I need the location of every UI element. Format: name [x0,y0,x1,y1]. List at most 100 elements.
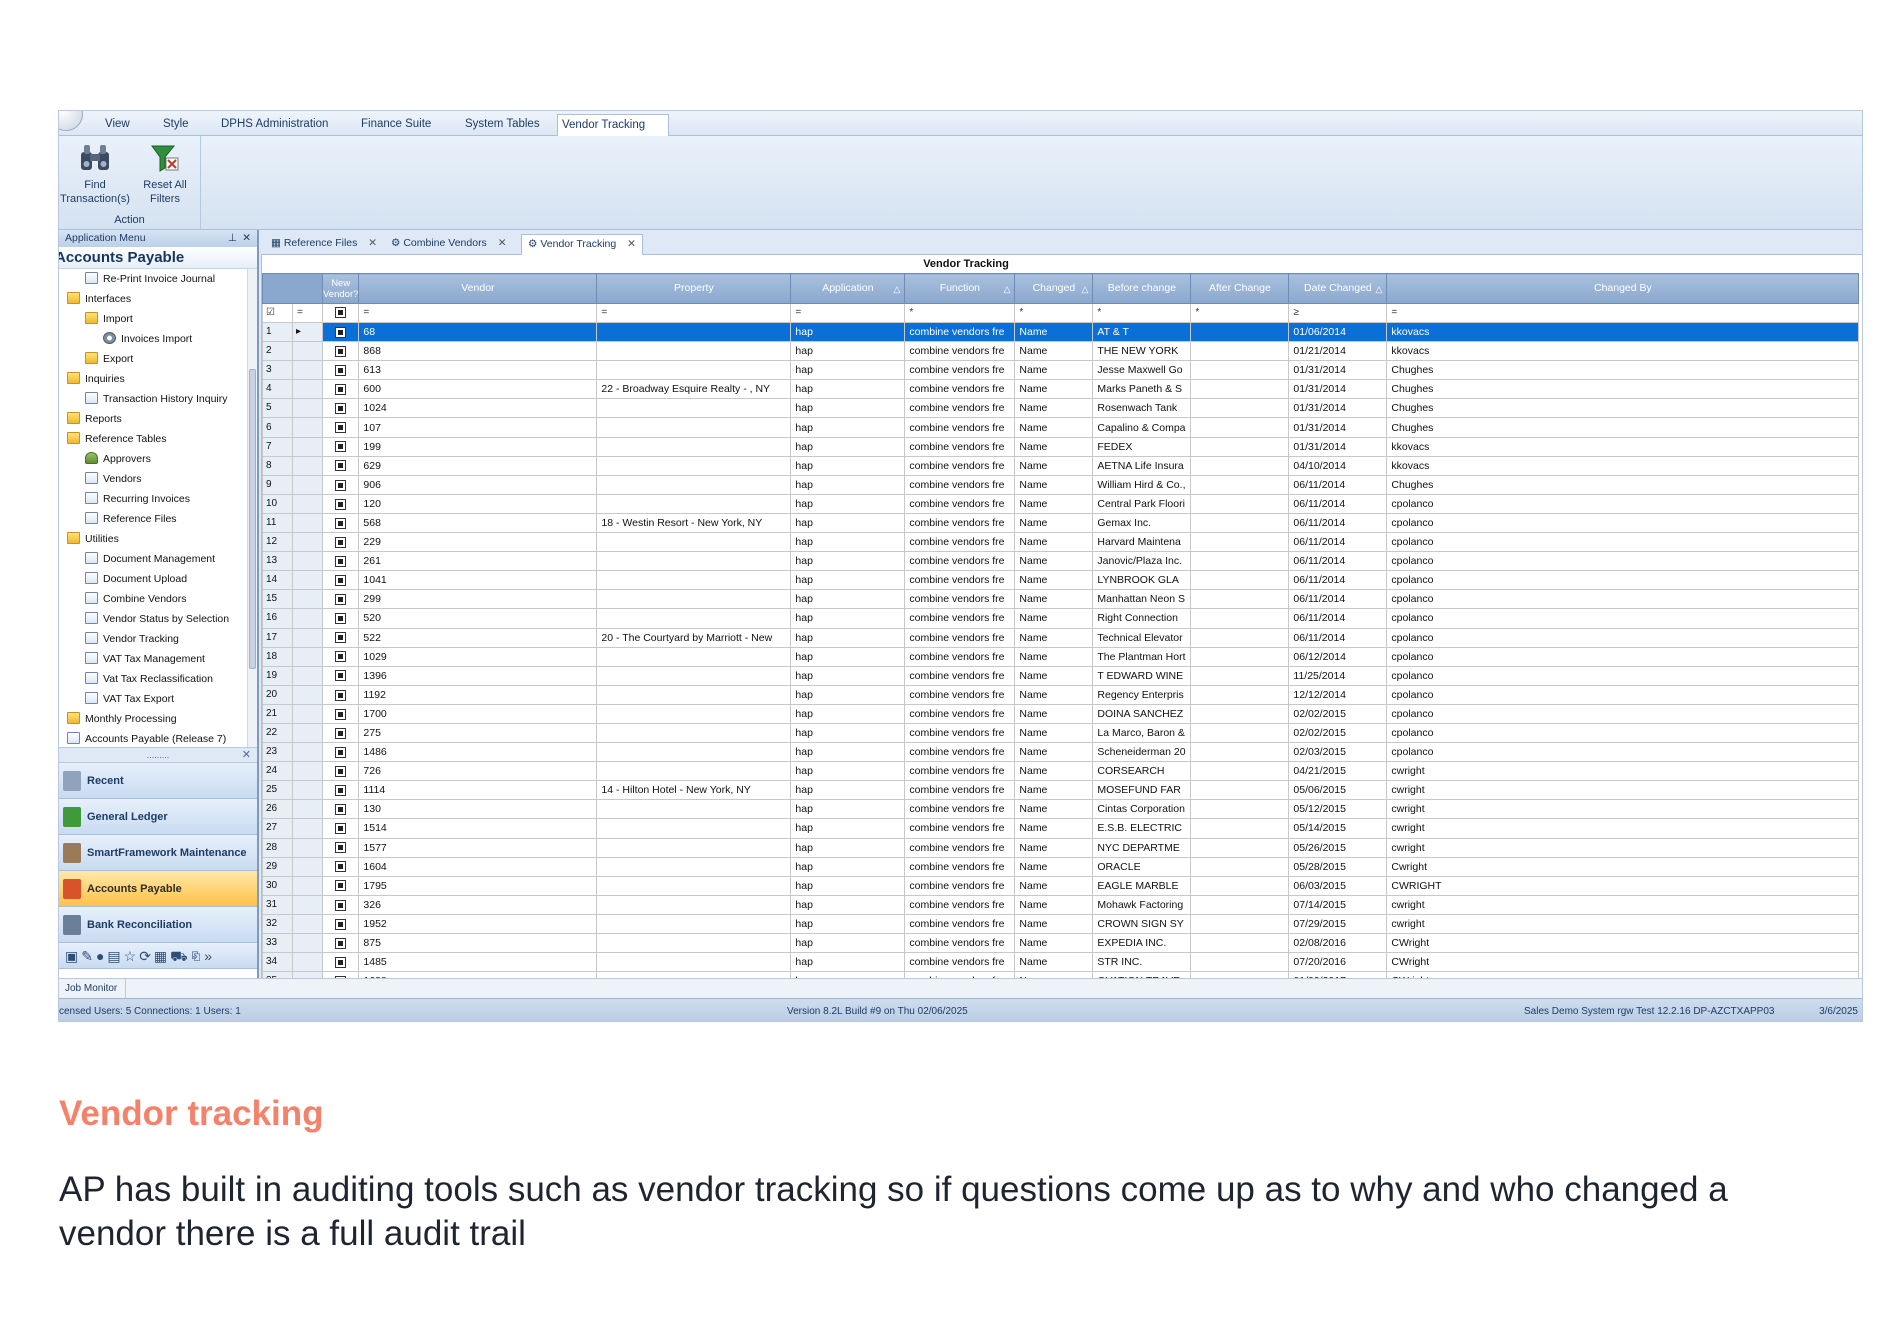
changed-by-cell[interactable]: Cwright [1386,856,1860,877]
row-selector[interactable] [292,875,323,896]
property-cell[interactable] [596,589,792,610]
before-change-cell[interactable]: CROWN SIGN SY [1092,913,1192,935]
table-row[interactable]: 29 1604 hap combine vendors fre Name ORACLE 05… [262,856,1860,877]
date-changed-cell[interactable]: 02/02/2015 [1288,703,1388,724]
function-cell[interactable]: combine vendors fre [904,398,1016,419]
application-cell[interactable]: hap [790,684,906,705]
changed-by-cell[interactable]: kkovacs [1386,341,1860,362]
row-number[interactable]: 29 [262,856,293,877]
vendor-cell[interactable]: 1577 [358,837,598,858]
column-header-application[interactable]: Application △ [790,273,906,304]
application-cell[interactable]: hap [790,608,906,629]
after-change-cell[interactable] [1190,570,1290,591]
function-cell[interactable]: combine vendors fre [904,952,1016,973]
menu-item-approvers[interactable]: Approvers [85,449,151,469]
after-change-cell[interactable] [1190,417,1290,438]
new-vendor-checkbox[interactable] [321,551,360,572]
changed-cell[interactable]: Name [1014,341,1094,362]
application-cell[interactable]: hap [790,341,906,362]
property-cell[interactable] [596,684,792,705]
property-cell[interactable] [596,799,792,820]
new-vendor-checkbox[interactable] [321,875,360,896]
row-selector[interactable] [292,417,323,438]
after-change-cell[interactable] [1190,837,1290,858]
table-row[interactable]: 12 229 hap combine vendors fre Name Harvard M… [262,532,1860,553]
changed-cell[interactable]: Name [1014,512,1094,534]
before-change-cell[interactable]: Marks Paneth & S [1092,379,1192,400]
application-cell[interactable]: hap [790,722,906,744]
date-changed-cell[interactable]: 01/31/2014 [1288,379,1388,400]
changed-cell[interactable]: Name [1014,703,1094,724]
new-vendor-checkbox[interactable] [321,341,360,362]
close-splitter-icon[interactable]: ✕ [242,748,251,762]
changed-by-cell[interactable]: cwright [1386,894,1860,915]
filter-cell[interactable]: = [358,303,598,323]
date-changed-cell[interactable]: 01/21/2014 [1288,341,1388,362]
application-cell[interactable]: hap [790,360,906,381]
vendor-cell[interactable]: 326 [358,894,598,915]
before-change-cell[interactable]: NYC DEPARTME [1092,837,1192,858]
row-selector[interactable] [292,627,323,648]
changed-by-cell[interactable]: cpolanco [1386,608,1860,629]
property-cell[interactable] [596,551,792,572]
vendor-cell[interactable]: 1396 [358,665,598,686]
table-row[interactable]: 20 1192 hap combine vendors fre Name Regency … [262,684,1860,705]
changed-by-cell[interactable]: kkovacs [1386,321,1860,343]
before-change-cell[interactable]: Cintas Corporation [1092,799,1192,820]
before-change-cell[interactable]: AT & T [1092,321,1192,343]
function-cell[interactable]: combine vendors fre [904,589,1016,610]
filter-toggle-icon[interactable]: ☑ [262,303,293,323]
new-vendor-checkbox[interactable] [321,321,360,343]
date-changed-cell[interactable]: 06/11/2014 [1288,551,1388,572]
before-change-cell[interactable]: Gemax Inc. [1092,512,1192,534]
changed-cell[interactable]: Name [1014,799,1094,820]
row-number[interactable]: 26 [262,799,293,820]
current-row-indicator-icon[interactable]: ▸ [292,321,323,343]
row-selector[interactable] [292,913,323,935]
new-vendor-checkbox[interactable] [321,532,360,553]
vendor-cell[interactable]: 600 [358,379,598,400]
row-selector[interactable] [292,398,323,419]
column-header-before-change[interactable]: Before change [1092,273,1192,304]
row-number[interactable]: 9 [262,474,293,495]
vendor-cell[interactable]: 1192 [358,684,598,705]
new-vendor-checkbox[interactable] [321,646,360,667]
property-cell[interactable] [596,474,792,495]
column-header-date-changed[interactable]: Date Changed △ [1288,273,1388,304]
changed-cell[interactable]: Name [1014,321,1094,343]
new-vendor-checkbox[interactable] [321,761,360,782]
table-row[interactable]: 33 875 hap combine vendors fre Name EXPEDIA I… [262,932,1860,954]
after-change-cell[interactable] [1190,512,1290,534]
application-cell[interactable]: hap [790,818,906,839]
date-changed-cell[interactable]: 06/11/2014 [1288,532,1388,553]
property-cell[interactable] [596,570,792,591]
tree-scrollbar[interactable] [247,269,257,747]
new-vendor-checkbox[interactable] [321,818,360,839]
row-selector[interactable] [292,379,323,400]
row-selector[interactable] [292,646,323,667]
function-cell[interactable]: combine vendors fre [904,570,1016,591]
new-vendor-checkbox[interactable] [321,379,360,400]
before-change-cell[interactable]: T EDWARD WINE [1092,665,1192,686]
menu-item-vendor-status-by-selection[interactable]: Vendor Status by Selection [85,609,229,629]
application-cell[interactable]: hap [790,589,906,610]
new-vendor-checkbox[interactable] [321,436,360,457]
application-cell[interactable]: hap [790,703,906,724]
row-number[interactable]: 33 [262,932,293,954]
column-header-property[interactable]: Property [596,273,792,304]
row-selector[interactable] [292,341,323,362]
changed-by-cell[interactable]: cpolanco [1386,684,1860,705]
changed-cell[interactable]: Name [1014,398,1094,419]
new-vendor-checkbox[interactable] [321,608,360,629]
property-cell[interactable] [596,608,792,629]
row-selector[interactable] [292,493,323,514]
changed-cell[interactable]: Name [1014,627,1094,648]
new-vendor-checkbox[interactable] [321,780,360,801]
row-number[interactable]: 30 [262,875,293,896]
vendor-cell[interactable]: 68 [358,321,598,343]
function-cell[interactable]: combine vendors fre [904,360,1016,381]
vendor-cell[interactable]: 1485 [358,952,598,973]
vendor-cell[interactable]: 1604 [358,856,598,877]
table-row[interactable]: 13 261 hap combine vendors fre Name Janovic/P… [262,551,1860,572]
date-changed-cell[interactable]: 01/06/2014 [1288,321,1388,343]
